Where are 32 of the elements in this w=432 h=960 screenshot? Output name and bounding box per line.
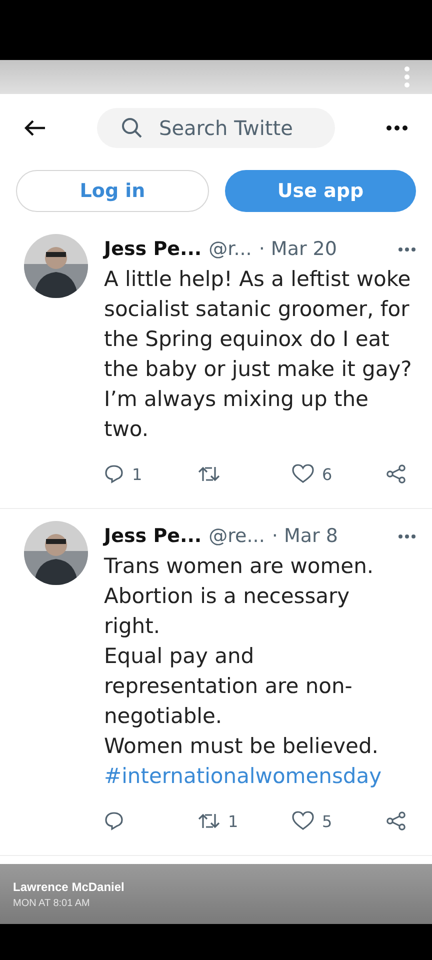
retweet-icon[interactable] [198, 811, 220, 831]
use-app-button[interactable]: Use app [225, 170, 416, 212]
share-icon[interactable] [386, 811, 406, 831]
search-field[interactable]: Search Twitte [157, 115, 301, 141]
like-count: 5 [322, 812, 332, 830]
tweet-text: A little help! As a leftist woke socialist satanic groomer, for the Spring equinox do I eat the baby or just make it gay? I’m always mixing up the two. [104, 266, 413, 443]
back-arrow-icon[interactable] [24, 120, 46, 136]
retweet-icon[interactable] [198, 464, 220, 484]
reply-count: 1 [132, 464, 142, 484]
search-icon [121, 117, 143, 139]
hashtag-link[interactable]: #internationalwomensday [104, 761, 416, 791]
author-handle: @r... [208, 238, 252, 260]
log-in-button[interactable]: Log in [16, 170, 209, 212]
reply-icon[interactable] [104, 464, 124, 484]
post-time: MON AT 8:01 AM [13, 898, 91, 908]
tweet-date: · Mar 20 [258, 238, 337, 260]
tweet-date: · Mar 8 [272, 525, 338, 547]
more-icon[interactable] [398, 534, 416, 538]
tweet-text: Trans women are women. Abortion is a necessary right. Equal pay and representation are non-negotiable. Women must be believed. [104, 553, 380, 760]
author-name[interactable]: Jess Pe... [104, 525, 202, 547]
author-name[interactable]: Jess Pe... [104, 238, 202, 260]
like-count: 6 [322, 464, 332, 484]
heart-icon[interactable] [292, 464, 314, 484]
heart-icon[interactable] [292, 811, 314, 831]
poster-name[interactable]: Lawrence McDaniel [13, 880, 432, 894]
more-icon[interactable] [398, 246, 416, 252]
search-bar[interactable]: Search Twitte [97, 108, 335, 148]
retweet-count: 1 [228, 812, 238, 830]
reply-icon[interactable] [104, 811, 124, 831]
share-icon[interactable] [386, 464, 406, 484]
author-handle: @re... [208, 525, 265, 547]
more-icon[interactable] [386, 125, 408, 131]
